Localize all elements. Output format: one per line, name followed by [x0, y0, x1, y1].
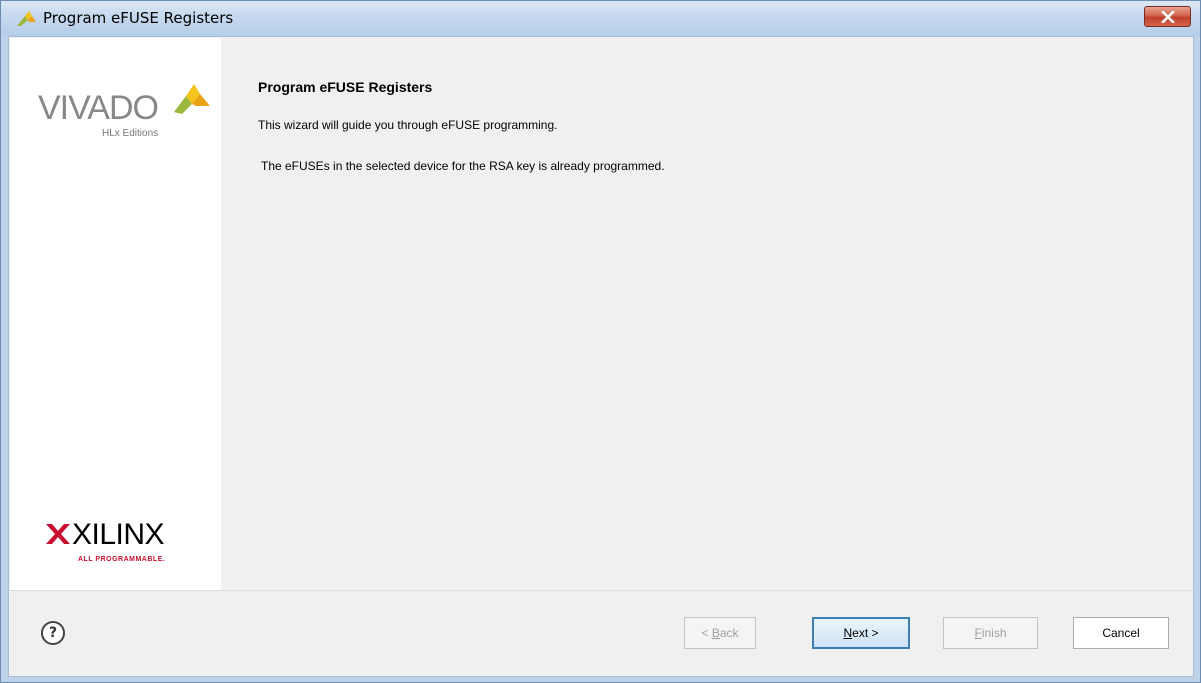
finish-button-mnemonic: F: [974, 626, 982, 640]
branding-sidebar: VIVADO HLx Editions XILINX ALL PROGRAMMA…: [10, 38, 221, 590]
wizard-description: This wizard will guide you through eFUSE…: [258, 118, 558, 132]
page-title: Program eFUSE Registers: [258, 79, 433, 95]
finish-button-label: inish: [981, 626, 1007, 640]
close-icon: [1161, 11, 1175, 23]
finish-button[interactable]: Finish: [943, 617, 1038, 649]
vivado-logo-word: VIVADO: [38, 89, 159, 127]
next-button-label: ext >: [852, 626, 879, 640]
window-title: Program eFUSE Registers: [43, 9, 234, 27]
back-button-label: ack: [719, 626, 739, 640]
back-button-mnemonic: B: [711, 626, 720, 640]
close-button[interactable]: [1144, 6, 1191, 27]
help-button[interactable]: ?: [41, 621, 65, 645]
vivado-logo-subtitle: HLx Editions: [102, 128, 159, 139]
vivado-app-icon: [15, 10, 37, 28]
back-button-prefix: <: [701, 626, 712, 640]
back-button[interactable]: < Back: [684, 617, 756, 649]
xilinx-logo-word: XILINX: [72, 518, 165, 551]
wizard-window: Program eFUSE Registers VIVADO HLx Editi…: [0, 0, 1201, 683]
next-button-mnemonic: N: [843, 626, 853, 640]
vivado-mark-icon: [174, 82, 212, 123]
dialog-body: VIVADO HLx Editions XILINX ALL PROGRAMMA…: [8, 36, 1194, 677]
cancel-button[interactable]: Cancel: [1073, 617, 1169, 649]
status-message: The eFUSEs in the selected device for th…: [261, 159, 665, 173]
xilinx-logo: XILINX ALL PROGRAMMABLE.: [42, 518, 212, 568]
wizard-content: Program eFUSE Registers This wizard will…: [258, 79, 1158, 173]
next-button[interactable]: Next >: [812, 617, 910, 649]
footer-divider: [10, 590, 1194, 591]
title-bar[interactable]: Program eFUSE Registers: [1, 1, 1200, 36]
xilinx-logo-subtitle: ALL PROGRAMMABLE.: [78, 556, 166, 563]
vivado-logo: VIVADO HLx Editions: [38, 82, 218, 152]
xilinx-mark-icon: [44, 522, 70, 551]
